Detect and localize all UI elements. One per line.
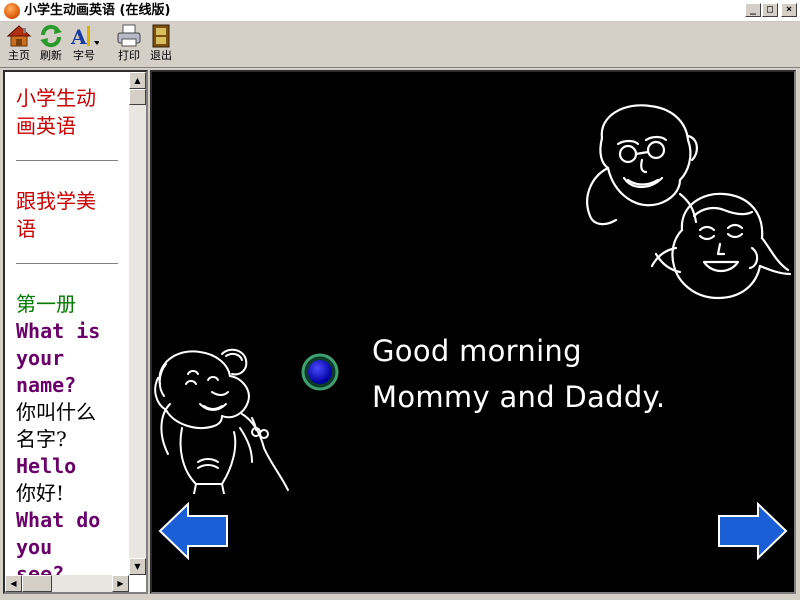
site-title-line2[interactable]: 画英语 (16, 112, 124, 140)
girl-illustration (154, 348, 289, 494)
lesson-en-text[interactable]: What is (16, 318, 124, 345)
toolbar-label: 打印 (118, 49, 140, 62)
scroll-right-arrow-icon[interactable]: ▶ (112, 575, 129, 592)
toolbar: 主页 刷新 A 字号 打印 退出 (0, 22, 800, 68)
lesson-link-hello[interactable]: Hello 你好! (16, 453, 124, 507)
window-title: 小学生动画英语 (在线版) (24, 3, 171, 18)
lesson-en-text[interactable]: What do (16, 507, 124, 534)
lesson-zh-text: 你好! (16, 481, 65, 505)
audio-play-button[interactable] (300, 352, 340, 392)
caption-line: Good morning (372, 334, 582, 368)
home-button[interactable]: 主页 (4, 24, 34, 66)
course-title-line1[interactable]: 跟我学美 (16, 187, 124, 215)
toolbar-label: 字号 (73, 49, 95, 62)
scroll-h-thumb[interactable] (22, 575, 52, 592)
toolbar-label: 刷新 (40, 49, 62, 62)
toolbar-label: 主页 (8, 49, 30, 62)
toolbar-label: 退出 (150, 49, 172, 62)
refresh-button[interactable]: 刷新 (36, 24, 66, 66)
exit-door-icon (152, 24, 170, 48)
close-button[interactable]: × (781, 3, 797, 17)
dialogue-caption: Good morning Mommy and Daddy. (372, 328, 665, 420)
minimize-button[interactable]: _ (745, 3, 761, 17)
exit-button[interactable]: 退出 (146, 24, 176, 66)
lesson-en-text[interactable]: you (16, 534, 124, 561)
maximize-button[interactable]: □ (762, 3, 778, 17)
svg-text:A: A (70, 25, 87, 48)
lesson-nav-pane: 小学生动 画英语 跟我学美 语 第一册 What is your name? 你… (3, 70, 148, 594)
previous-arrow-icon[interactable] (158, 502, 230, 560)
house-icon (6, 25, 32, 47)
lesson-en-text[interactable]: Hello (16, 453, 124, 480)
divider (16, 160, 118, 161)
lesson-en-text[interactable]: your (16, 345, 124, 372)
lesson-zh-text: 名字? (16, 427, 67, 451)
course-title-line2[interactable]: 语 (16, 215, 124, 243)
lesson-link-what-is-your-name[interactable]: What is your name? 你叫什么 名字? (16, 318, 124, 453)
scroll-down-arrow-icon[interactable]: ▼ (129, 558, 146, 575)
lesson-zh-text: 你叫什么 (16, 400, 96, 424)
print-button[interactable]: 打印 (114, 24, 144, 66)
lesson-en-text[interactable]: name? (16, 372, 124, 399)
parents-illustration (586, 104, 792, 300)
scroll-left-arrow-icon[interactable]: ◀ (5, 575, 22, 592)
caption-line: Mommy and Daddy. (372, 380, 666, 414)
font-size-button[interactable]: A 字号 (69, 24, 99, 66)
font-size-icon: A (70, 25, 99, 48)
site-title-line1[interactable]: 小学生动 (16, 84, 124, 112)
scroll-thumb[interactable] (129, 89, 146, 105)
app-icon (4, 3, 20, 19)
refresh-icon (40, 24, 62, 48)
book-label: 第一册 (16, 292, 76, 316)
horizontal-scrollbar[interactable]: ◀ ▶ (5, 575, 129, 592)
divider (16, 263, 118, 264)
printer-icon (117, 24, 141, 47)
vertical-scrollbar[interactable]: ▲ ▼ (129, 72, 146, 575)
title-bar: 小学生动画英语 (在线版) _ □ × (0, 0, 800, 22)
scroll-up-arrow-icon[interactable]: ▲ (129, 72, 146, 89)
next-arrow-icon[interactable] (716, 502, 788, 560)
animation-stage[interactable]: Good morning Mommy and Daddy. (150, 70, 796, 594)
